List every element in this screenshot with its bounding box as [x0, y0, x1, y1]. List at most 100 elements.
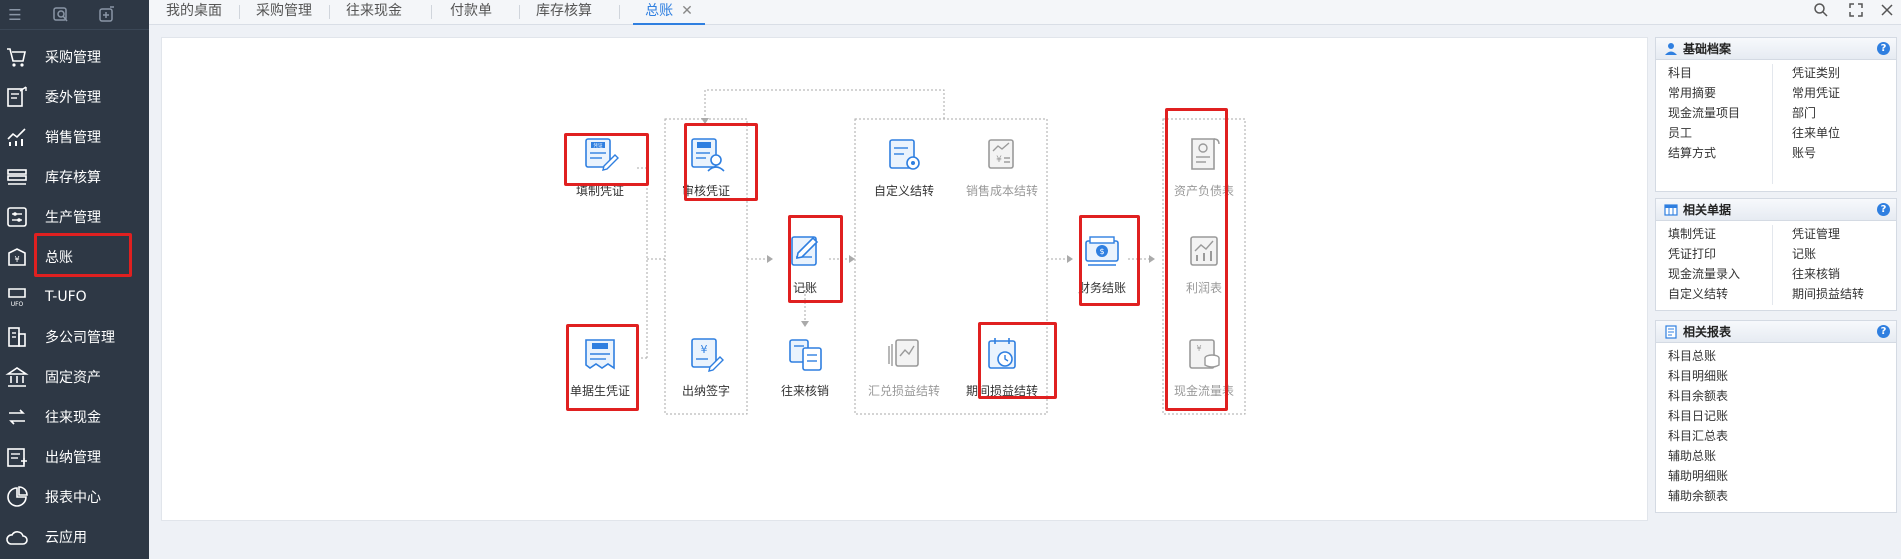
- highlight-box-ledger: [34, 233, 132, 277]
- link-common-voucher[interactable]: 常用凭证: [1792, 84, 1840, 101]
- sidebar-item-label: 销售管理: [45, 130, 101, 146]
- flow-node-label: 往来核销: [780, 384, 829, 398]
- flow-node-writeoff[interactable]: 往来核销: [755, 334, 855, 399]
- cashier-icon: [5, 445, 29, 469]
- tab-label: 往来现金: [346, 3, 402, 19]
- link-subject-summary[interactable]: 科目汇总表: [1668, 427, 1728, 444]
- tab-label: 采购管理: [256, 3, 312, 19]
- sidebar: ☰ 采购管理 委外管理 销售管理 库存核算 生产管理 ¥ 总账 UFO T-UFO 多公司管理 固定…: [0, 0, 149, 559]
- link-settlement-method[interactable]: 结算方式: [1668, 144, 1716, 161]
- cashier-sign-icon: ¥: [691, 338, 724, 372]
- sidebar-item-building[interactable]: 多公司管理: [0, 317, 149, 357]
- tab-divider: [239, 5, 240, 19]
- tab-divider: [519, 5, 520, 19]
- sidebar-item-cashier[interactable]: 出纳管理: [0, 437, 149, 477]
- highlight-box-fill-voucher: [564, 133, 649, 186]
- flow-node-custom-transfer[interactable]: 自定义结转: [854, 134, 954, 199]
- panel-body: 科目总账 科目明细账 科目余额表 科目日记账 科目汇总表 辅助总账 辅助明细账 …: [1656, 343, 1896, 503]
- link-partner[interactable]: 往来单位: [1792, 124, 1840, 141]
- tab-inventory[interactable]: 库存核算: [529, 0, 599, 25]
- link-employee[interactable]: 员工: [1668, 124, 1692, 141]
- search-app-icon[interactable]: [52, 6, 70, 24]
- sidebar-item-production[interactable]: 生产管理: [0, 197, 149, 237]
- sidebar-item-bank[interactable]: 固定资产: [0, 357, 149, 397]
- link-common-summary[interactable]: 常用摘要: [1668, 84, 1716, 101]
- panel-body: 填制凭证 凭证打印 现金流量录入 自定义结转 凭证管理 记账 往来核销 期间损益…: [1656, 221, 1896, 305]
- link-voucher-type[interactable]: 凭证类别: [1792, 64, 1840, 81]
- panel-title: 相关报表: [1683, 325, 1732, 339]
- flow-node-sales-cost-transfer[interactable]: ¥ 销售成本结转: [952, 134, 1052, 199]
- sidebar-item-label: 报表中心: [45, 490, 101, 506]
- panel-title: 基础档案: [1683, 42, 1732, 56]
- bank-icon: [5, 365, 29, 389]
- menu-icon[interactable]: ☰: [6, 6, 24, 24]
- flow-node-cashier-sign[interactable]: ¥ 出纳签字: [656, 334, 756, 399]
- highlight-box-review-voucher: [684, 123, 758, 201]
- panel-body: 科目 常用摘要 现金流量项目 员工 结算方式 凭证类别 常用凭证 部门 往来单位…: [1656, 60, 1896, 184]
- sidebar-item-exchange[interactable]: 往来现金: [0, 397, 149, 437]
- sidebar-item-pie[interactable]: 报表中心: [0, 477, 149, 517]
- pie-icon: [5, 485, 29, 509]
- production-icon: [5, 205, 29, 229]
- custom-transfer-icon: [889, 139, 920, 170]
- sidebar-item-ufo[interactable]: UFO T-UFO: [0, 277, 149, 317]
- svg-text:¥: ¥: [14, 255, 19, 264]
- link-aux-ledger[interactable]: 辅助总账: [1668, 447, 1716, 464]
- outsource-icon: [5, 85, 29, 109]
- link-department[interactable]: 部门: [1792, 104, 1816, 121]
- sidebar-item-cart[interactable]: 采购管理: [0, 37, 149, 77]
- link-custom-transfer[interactable]: 自定义结转: [1668, 285, 1728, 302]
- highlight-box-period-close: [1079, 215, 1140, 306]
- link-subject[interactable]: 科目: [1668, 64, 1692, 81]
- tab-desktop[interactable]: 我的桌面: [159, 0, 229, 25]
- link-writeoff[interactable]: 往来核销: [1792, 265, 1840, 282]
- link-aux-balance[interactable]: 辅助余额表: [1668, 487, 1728, 504]
- building-icon: [5, 325, 29, 349]
- link-cashflow-entry[interactable]: 现金流量录入: [1668, 265, 1740, 282]
- tab-purchase[interactable]: 采购管理: [249, 0, 319, 25]
- highlight-box-doc-to-voucher: [566, 324, 639, 411]
- svg-text:UFO: UFO: [11, 301, 24, 308]
- help-icon[interactable]: ?: [1877, 325, 1890, 338]
- help-icon[interactable]: ?: [1877, 203, 1890, 216]
- help-icon[interactable]: ?: [1877, 42, 1890, 55]
- link-aux-detail[interactable]: 辅助明细账: [1668, 467, 1728, 484]
- link-subject-detail[interactable]: 科目明细账: [1668, 367, 1728, 384]
- tab-divider: [329, 5, 330, 19]
- sidebar-item-outsource[interactable]: 委外管理: [0, 77, 149, 117]
- link-voucher-management[interactable]: 凭证管理: [1792, 225, 1840, 242]
- sidebar-item-label: 出纳管理: [45, 450, 101, 466]
- sidebar-item-label: 云应用: [45, 530, 87, 546]
- link-period-transfer[interactable]: 期间损益结转: [1792, 285, 1864, 302]
- link-print-voucher[interactable]: 凭证打印: [1668, 245, 1716, 262]
- link-account-no[interactable]: 账号: [1792, 144, 1816, 161]
- ledger-icon: ¥: [5, 245, 29, 269]
- close-tab-icon[interactable]: ✕: [681, 3, 693, 19]
- link-post[interactable]: 记账: [1792, 245, 1816, 262]
- tab-divider: [431, 5, 432, 19]
- panel-header: 基础档案 ?: [1656, 38, 1896, 60]
- search-icon[interactable]: [1811, 2, 1831, 22]
- link-cashflow-items[interactable]: 现金流量项目: [1668, 104, 1740, 121]
- link-subject-journal[interactable]: 科目日记账: [1668, 407, 1728, 424]
- fullscreen-icon[interactable]: [1846, 2, 1866, 22]
- link-subject-ledger[interactable]: 科目总账: [1668, 347, 1716, 364]
- sidebar-item-cloud[interactable]: 云应用: [0, 517, 149, 557]
- svg-text:¥: ¥: [996, 155, 1002, 165]
- sidebar-item-sales-chart[interactable]: 销售管理: [0, 117, 149, 157]
- link-subject-balance[interactable]: 科目余额表: [1668, 387, 1728, 404]
- panel-header: 相关报表 ?: [1656, 321, 1896, 343]
- highlight-box-post: [788, 215, 843, 303]
- writeoff-icon: [789, 339, 822, 371]
- sales-cost-icon: ¥: [988, 139, 1014, 169]
- panel-related-reports: 相关报表 ? 科目总账 科目明细账 科目余额表 科目日记账 科目汇总表 辅助总账…: [1655, 320, 1897, 513]
- link-fill-voucher[interactable]: 填制凭证: [1668, 225, 1716, 242]
- tab-ledger[interactable]: 总账 ✕: [633, 0, 705, 25]
- tab-cash[interactable]: 往来现金: [339, 0, 409, 25]
- sidebar-item-inventory[interactable]: 库存核算: [0, 157, 149, 197]
- close-icon[interactable]: [1877, 2, 1897, 22]
- add-app-icon[interactable]: [98, 5, 116, 24]
- flow-node-label: 出纳签字: [681, 384, 730, 398]
- flow-node-fx-transfer[interactable]: 汇兑损益结转: [854, 334, 954, 399]
- tab-payment[interactable]: 付款单: [441, 0, 501, 25]
